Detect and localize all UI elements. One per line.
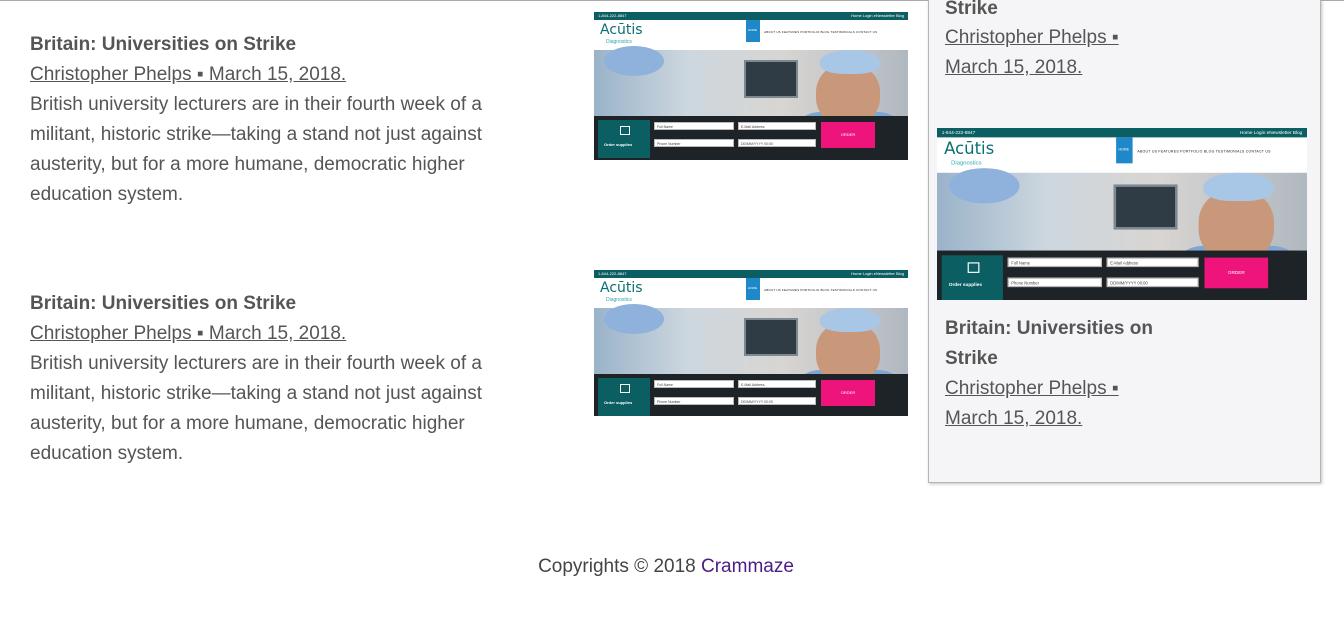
thumb-navbar: Acūtis Diagnostics HOME ABOUT US FEATURE… (937, 137, 1307, 173)
sidebar-card-date-link[interactable]: March 15, 2018. (945, 404, 1205, 434)
article-thumbnail[interactable]: 1-844-222-8847 Home Login eNewsletter Bl… (594, 12, 908, 160)
thumb-field: E-Mail Address (1106, 257, 1199, 268)
excerpt-line: militant, historic strike—taking a stand… (30, 383, 482, 404)
excerpt-line: austerity, but for a more humane, democr… (30, 413, 465, 434)
doctor-cap-shape (820, 50, 880, 74)
thumb-field: DD/MM/YYYY 00:00 (1106, 277, 1199, 288)
thumb-nav-items: ABOUT US FEATURES PORTFOLIO BLOG TESTIMO… (764, 30, 878, 34)
monitor-shape (744, 60, 798, 98)
footer: Copyrights © 2018 Crammaze (0, 556, 1332, 578)
sidebar-title-tail[interactable]: Strike (945, 0, 1245, 24)
thumb-phone: 1-844-222-8847 (941, 129, 976, 136)
article-thumbnail[interactable]: 1-844-222-8847 Home Login eNewsletter Bl… (594, 270, 908, 416)
sidebar-panel: Strike Christopher Phelps ▪ March 15, 20… (928, 0, 1321, 483)
thumb-field: DD/MM/YYYY 00:00 (738, 139, 816, 147)
thumb-logo-sub: Diagnostics (951, 159, 982, 167)
thumb-order-button: ORDER (1204, 257, 1269, 289)
excerpt-line: education system. (30, 443, 184, 464)
thumb-topbar: 1-844-222-8847 Home Login eNewsletter Bl… (594, 12, 908, 20)
calendar-icon (967, 262, 980, 273)
thumb-nav-home: HOME (746, 278, 760, 300)
thumb-order-tile: Order supplies (598, 120, 650, 158)
thumb-logo: Acūtis (600, 22, 643, 38)
thumb-logo: Acūtis (600, 280, 643, 296)
thumb-topbar: 1-844-222-8847 Home Login eNewsletter Bl… (937, 128, 1307, 138)
thumb-field: Phone Number (654, 139, 734, 147)
copyright-text: Copyrights © 2018 (538, 556, 701, 577)
calendar-icon (620, 384, 630, 393)
excerpt-line: austerity, but for a more humane, democr… (30, 154, 465, 175)
sidebar-card-title[interactable]: Britain: Universities on (945, 314, 1245, 344)
article-title[interactable]: Britain: Universities on Strike (30, 289, 530, 319)
thumb-field: Full Name (1007, 257, 1102, 268)
thumb-topbar: 1-844-222-8847 Home Login eNewsletter Bl… (594, 270, 908, 278)
thumb-field: DD/MM/YYYY 00:00 (738, 397, 816, 405)
thumb-order-tile: Order supplies (941, 255, 1003, 300)
article-byline-link[interactable]: Christopher Phelps ▪ March 15, 2018. (30, 60, 530, 90)
surgeon-cap-shape (604, 304, 664, 334)
sidebar-card-title[interactable]: Strike (945, 344, 1245, 374)
sidebar-card-byline-link[interactable]: Christopher Phelps ▪ (945, 374, 1205, 404)
thumb-field: E-Mail Address (738, 122, 816, 130)
thumb-order-button: ORDER (821, 122, 875, 148)
thumb-nav-home: HOME (746, 20, 760, 42)
thumb-field: E-Mail Address (738, 380, 816, 388)
monitor-shape (744, 318, 798, 356)
thumb-phone: 1-844-222-8847 (598, 13, 627, 18)
thumb-top-links: Home Login eNewsletter Blog (851, 13, 904, 18)
calendar-icon (620, 126, 630, 135)
excerpt-line: militant, historic strike—taking a stand… (30, 124, 482, 145)
thumb-field: Full Name (654, 122, 734, 130)
thumb-order-button: ORDER (821, 380, 875, 406)
thumb-nav-items: ABOUT US FEATURES PORTFOLIO BLOG TESTIMO… (764, 288, 878, 292)
doctor-cap-shape (820, 308, 880, 332)
article-excerpt: British university lecturers are in thei… (30, 90, 530, 210)
sidebar-byline-link[interactable]: Christopher Phelps ▪ (945, 23, 1205, 53)
thumb-top-links: Home Login eNewsletter Blog (851, 271, 904, 276)
excerpt-line: British university lecturers are in thei… (30, 353, 482, 374)
thumb-logo: Acūtis (944, 139, 995, 159)
monitor-shape (1113, 184, 1178, 230)
thumb-field: Full Name (654, 380, 734, 388)
thumb-field: Phone Number (1007, 277, 1102, 288)
thumb-nav-home: HOME (1116, 137, 1133, 164)
excerpt-line: British university lecturers are in thei… (30, 94, 482, 115)
thumb-field: Phone Number (654, 397, 734, 405)
thumb-order-tile: Order supplies (598, 378, 650, 416)
thumb-logo-sub: Diagnostics (606, 297, 632, 303)
thumb-nav-items: ABOUT US FEATURES PORTFOLIO BLOG TESTIMO… (1137, 149, 1271, 154)
article-title[interactable]: Britain: Universities on Strike (30, 30, 530, 60)
sidebar-thumbnail[interactable]: 1-844-222-8847 Home Login eNewsletter Bl… (937, 128, 1307, 300)
thumb-top-links: Home Login eNewsletter Blog (1239, 129, 1303, 136)
article-byline-link[interactable]: Christopher Phelps ▪ March 15, 2018. (30, 319, 530, 349)
thumb-phone: 1-844-222-8847 (598, 271, 627, 276)
doctor-cap-shape (1203, 172, 1275, 202)
excerpt-line: education system. (30, 184, 184, 205)
surgeon-cap-shape (948, 168, 1020, 204)
article-excerpt: British university lecturers are in thei… (30, 349, 530, 469)
article-item: Britain: Universities on Strike Christop… (30, 30, 530, 210)
article-item: Britain: Universities on Strike Christop… (30, 289, 530, 469)
thumb-logo-sub: Diagnostics (606, 39, 632, 45)
sidebar-date-link[interactable]: March 15, 2018. (945, 53, 1205, 83)
surgeon-cap-shape (604, 46, 664, 76)
brand-link[interactable]: Crammaze (701, 556, 794, 577)
